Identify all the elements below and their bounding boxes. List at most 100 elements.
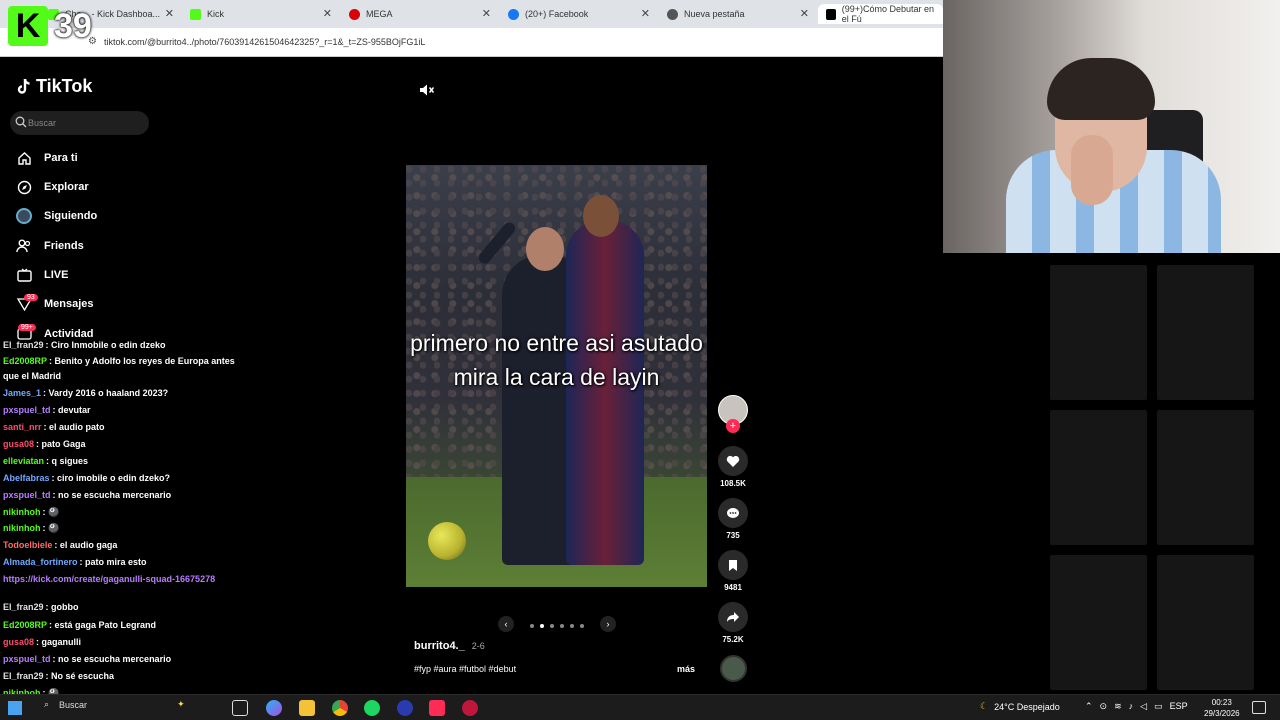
facebook-favicon-icon [508,8,519,20]
chevron-up-icon[interactable]: ⌃ [1085,701,1093,712]
chat-text: que el Madrid [3,371,62,381]
nav-live[interactable]: LIVE [16,267,68,283]
network-icon[interactable]: ⊙ [1100,701,1108,712]
chat-text: : Vardy 2016 o haaland 2023? [43,388,169,398]
carousel-dot[interactable] [560,624,564,628]
like-count: 108.5K [720,479,746,488]
carousel-dot-active[interactable] [540,624,544,628]
tab-kick[interactable]: Kick ✕ [182,4,338,24]
carousel-dot[interactable] [570,624,574,628]
chat-username[interactable]: Ed2008RP [3,356,47,366]
search-icon [15,116,27,128]
next-photo-button[interactable]: › [600,616,616,632]
like-button[interactable]: 108.5K [718,446,748,488]
volume-icon[interactable]: ◁ [1140,701,1147,712]
save-button[interactable]: 9481 [718,550,748,592]
carousel-dot[interactable] [580,624,584,628]
spotify-icon[interactable] [364,700,380,716]
wifi-icon[interactable]: ≋ [1114,701,1122,712]
chat-username[interactable]: Almada_fortinero [3,557,78,567]
close-tab-icon[interactable]: ✕ [482,7,491,20]
url-text[interactable]: tiktok.com/@burrito4../photo/76039142615… [104,37,425,47]
notifications-icon[interactable] [1252,701,1266,714]
chat-username[interactable]: elleviatan [3,456,44,466]
chat-username[interactable]: James_1 [3,388,41,398]
chat-username[interactable]: Ed2008RP [3,620,47,630]
chat-message: nikinhoh: 🎱 [3,507,59,518]
nav-para-ti[interactable]: Para ti [16,150,78,166]
chat-username[interactable]: https://kick.com/create/gaganulli-squad-… [3,574,215,584]
file-explorer-icon[interactable] [299,700,315,716]
chat-username[interactable]: Abelfabras [3,473,50,483]
hashtags[interactable]: #fyp #aura #futbol #debut [414,664,516,674]
close-tab-icon[interactable]: ✕ [641,7,650,20]
weather-widget[interactable]: ☾ 24°C Despejado [980,701,1060,712]
chat-username[interactable]: gusa08 [3,637,34,647]
tab-mega[interactable]: MEGA ✕ [341,4,497,24]
tab-label: MEGA [366,9,393,19]
chat-username[interactable]: nikinhoh [3,507,41,517]
nav-explorar[interactable]: Explorar [16,179,89,195]
tab-tiktok[interactable]: (99+)Cómo Debutar en el Fú [818,4,943,24]
tiktok-logo-text: TikTok [36,76,93,96]
app-icon[interactable] [397,700,413,716]
close-tab-icon[interactable]: ✕ [323,7,332,20]
chat-message: gusa08: pato Gaga [3,439,86,449]
obs-icon[interactable] [462,700,478,716]
task-view-icon[interactable] [232,700,248,716]
follow-button[interactable]: + [726,419,740,433]
carousel-dot[interactable] [550,624,554,628]
share-button[interactable]: 75.2K [718,602,748,644]
chat-username[interactable]: pxspuel_td [3,405,51,415]
chat-text: : Benito y Adolfo los reyes de Europa an… [49,356,235,366]
chat-username[interactable]: santi_nrr [3,422,42,432]
more-link[interactable]: más [677,664,695,674]
chat-username[interactable]: El_fran29 [3,602,44,612]
battery-icon[interactable]: ▭ [1154,701,1163,712]
chat-message: Ed2008RP: está gaga Pato Legrand [3,620,156,630]
search-placeholder: Buscar [28,118,57,128]
chat-username[interactable]: gusa08 [3,439,34,449]
language-indicator[interactable]: ESP [1170,701,1188,712]
nav-friends[interactable]: Friends [16,238,84,254]
streamer-hand [1071,135,1113,205]
chat-message: gusa08: gaganulli [3,637,81,647]
comment-button[interactable]: 735 [718,498,748,540]
chat-text: : Ciro Inmobile o edin dzeko [45,340,166,350]
chrome-icon[interactable] [332,700,348,716]
chat-text: : 🎱 [42,507,60,517]
taskbar-search[interactable]: ⌕ Buscar ✦ [44,699,185,710]
chat-username[interactable]: El_fran29 [3,671,44,681]
close-tab-icon[interactable]: ✕ [165,7,174,20]
previous-photo-button[interactable]: ‹ [498,616,514,632]
tab-facebook[interactable]: (20+) Facebook ✕ [500,4,656,24]
nav-siguiendo[interactable]: Siguiendo [16,208,97,224]
copilot-icon[interactable] [266,700,282,716]
tab-label: (99+)Cómo Debutar en el Fú [841,4,935,24]
taskbar-clock[interactable]: 00:23 29/3/2026 [1204,697,1240,719]
carousel-dot[interactable] [530,624,534,628]
tab-new-tab[interactable]: Nueva pestaña ✕ [659,4,815,24]
search-input[interactable]: Buscar [10,111,149,135]
chrome-favicon-icon [667,8,678,20]
chat-username[interactable]: Todoelbiele [3,540,52,550]
share-icon [718,602,748,632]
chat-username[interactable]: El_fran29 [3,340,44,350]
muted-speaker-icon [420,84,435,96]
address-bar[interactable]: ⚙ tiktok.com/@burrito4../photo/760391426… [0,28,943,57]
heart-icon [718,446,748,476]
chat-message: Almada_fortinero: pato mira esto [3,557,147,567]
chat-text: : no se escucha mercenario [52,490,172,500]
windows-start-icon[interactable] [8,701,22,715]
author-name[interactable]: burrito4._ [414,640,465,652]
chat-username[interactable]: nikinhoh [3,523,41,533]
chat-username[interactable]: pxspuel_td [3,654,51,664]
tiktok-logo[interactable]: TikTok [16,76,92,97]
music-disc[interactable] [720,655,747,682]
chat-username[interactable]: pxspuel_td [3,490,51,500]
close-tab-icon[interactable]: ✕ [800,7,809,20]
microphone-icon[interactable]: ♪ [1129,701,1134,712]
mute-button[interactable] [419,83,435,102]
tiktok-app-icon[interactable] [429,700,445,716]
chat-message: nikinhoh: 🎱 [3,523,59,534]
